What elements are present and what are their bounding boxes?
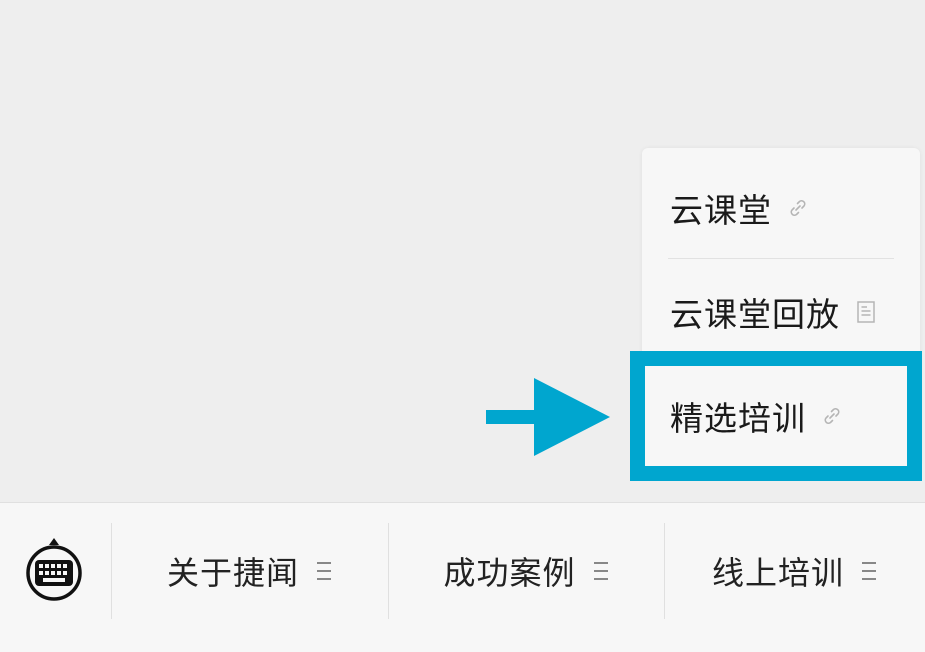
tab-about[interactable]: 关于捷闻: [112, 503, 388, 639]
bottom-nav-bar: 关于捷闻 成功案例 线上培训: [0, 502, 925, 652]
submenu-item-cloud-class[interactable]: 云课堂: [642, 156, 920, 260]
tab-label: 线上培训: [711, 554, 844, 592]
keyboard-toggle-button[interactable]: [22, 536, 86, 602]
menu-icon: [862, 562, 878, 580]
submenu-item-label: 云课堂回放: [670, 295, 840, 334]
submenu-item-cloud-class-replay[interactable]: 云课堂回放: [642, 260, 920, 364]
link-icon: [786, 196, 810, 220]
keyboard-icon: [26, 538, 82, 601]
tab-online-training[interactable]: 线上培训: [665, 503, 925, 639]
arrow-right-icon: [486, 378, 610, 456]
submenu-divider: [668, 258, 894, 259]
submenu-item-label: 云课堂: [670, 191, 772, 230]
menu-icon: [317, 562, 333, 580]
tab-success-cases[interactable]: 成功案例: [389, 503, 664, 639]
tab-label: 关于捷闻: [166, 554, 299, 592]
tab-label: 成功案例: [443, 554, 576, 592]
menu-icon: [593, 562, 610, 580]
highlight-box: [630, 351, 922, 481]
document-icon: [854, 300, 878, 324]
